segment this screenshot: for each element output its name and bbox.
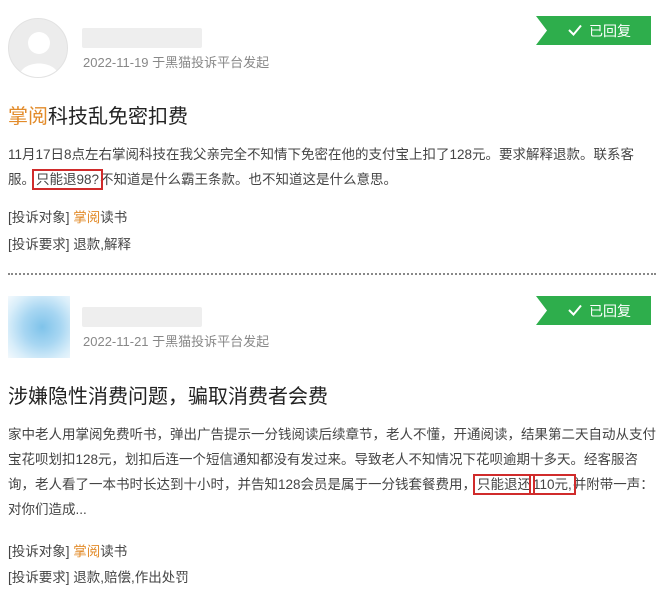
user-avatar bbox=[8, 296, 70, 358]
complaint-demand-row: [投诉要求] 退款,赔偿,作出处罚 bbox=[8, 566, 189, 586]
demand-label: [投诉要求] bbox=[8, 237, 70, 252]
target-name: 读书 bbox=[100, 544, 128, 559]
body-highlight: 只能退还 bbox=[473, 474, 536, 495]
complaint-date: 2022-11-19 于黑猫投诉平台发起 bbox=[83, 55, 270, 70]
status-label: 已回复 bbox=[589, 22, 631, 39]
title-text: 科技乱免密扣费 bbox=[48, 106, 188, 128]
complaint-target-row: [投诉对象] 掌阅读书 bbox=[8, 206, 127, 226]
demand-label: [投诉要求] bbox=[8, 570, 70, 585]
target-brand-link[interactable]: 掌阅 bbox=[73, 210, 100, 225]
body-highlight-2: 110元, bbox=[529, 474, 576, 495]
complaint-date: 2022-11-21 于黑猫投诉平台发起 bbox=[83, 334, 270, 349]
demand-value: 退款,解释 bbox=[73, 237, 132, 252]
status-badge-replied: 已回复 bbox=[536, 16, 651, 45]
check-icon bbox=[568, 24, 582, 36]
username-blurred bbox=[82, 28, 202, 48]
target-brand-link[interactable]: 掌阅 bbox=[73, 544, 100, 559]
status-badge-replied: 已回复 bbox=[536, 296, 651, 325]
default-user-icon bbox=[19, 32, 59, 77]
target-label: [投诉对象] bbox=[8, 544, 70, 559]
complaint-body: 家中老人用掌阅免费听书，弹出广告提示一分钱阅读后续章节，老人不懂，开通阅读，结果… bbox=[8, 422, 656, 522]
complaint-title[interactable]: 掌阅科技乱免密扣费 bbox=[8, 100, 188, 129]
body-text-after: 不知道是什么霸王条款。也不知道这是什么意思。 bbox=[100, 172, 398, 187]
title-brand: 掌阅 bbox=[8, 106, 48, 128]
username-blurred bbox=[82, 307, 202, 327]
divider bbox=[8, 273, 656, 275]
demand-value: 退款,赔偿,作出处罚 bbox=[73, 570, 189, 585]
complaint-target-row: [投诉对象] 掌阅读书 bbox=[8, 540, 127, 560]
target-name: 读书 bbox=[100, 210, 128, 225]
target-label: [投诉对象] bbox=[8, 210, 70, 225]
complaint-body: 11月17日8点左右掌阅科技在我父亲完全不知情下免密在他的支付宝上扣了128元。… bbox=[8, 142, 656, 192]
complaint-title[interactable]: 涉嫌隐性消费问题，骗取消费者会费 bbox=[8, 380, 328, 409]
user-avatar bbox=[8, 18, 68, 78]
body-highlight: 只能退98? bbox=[31, 169, 104, 190]
complaint-demand-row: [投诉要求] 退款,解释 bbox=[8, 233, 131, 253]
check-icon bbox=[568, 304, 582, 316]
status-label: 已回复 bbox=[589, 302, 631, 319]
